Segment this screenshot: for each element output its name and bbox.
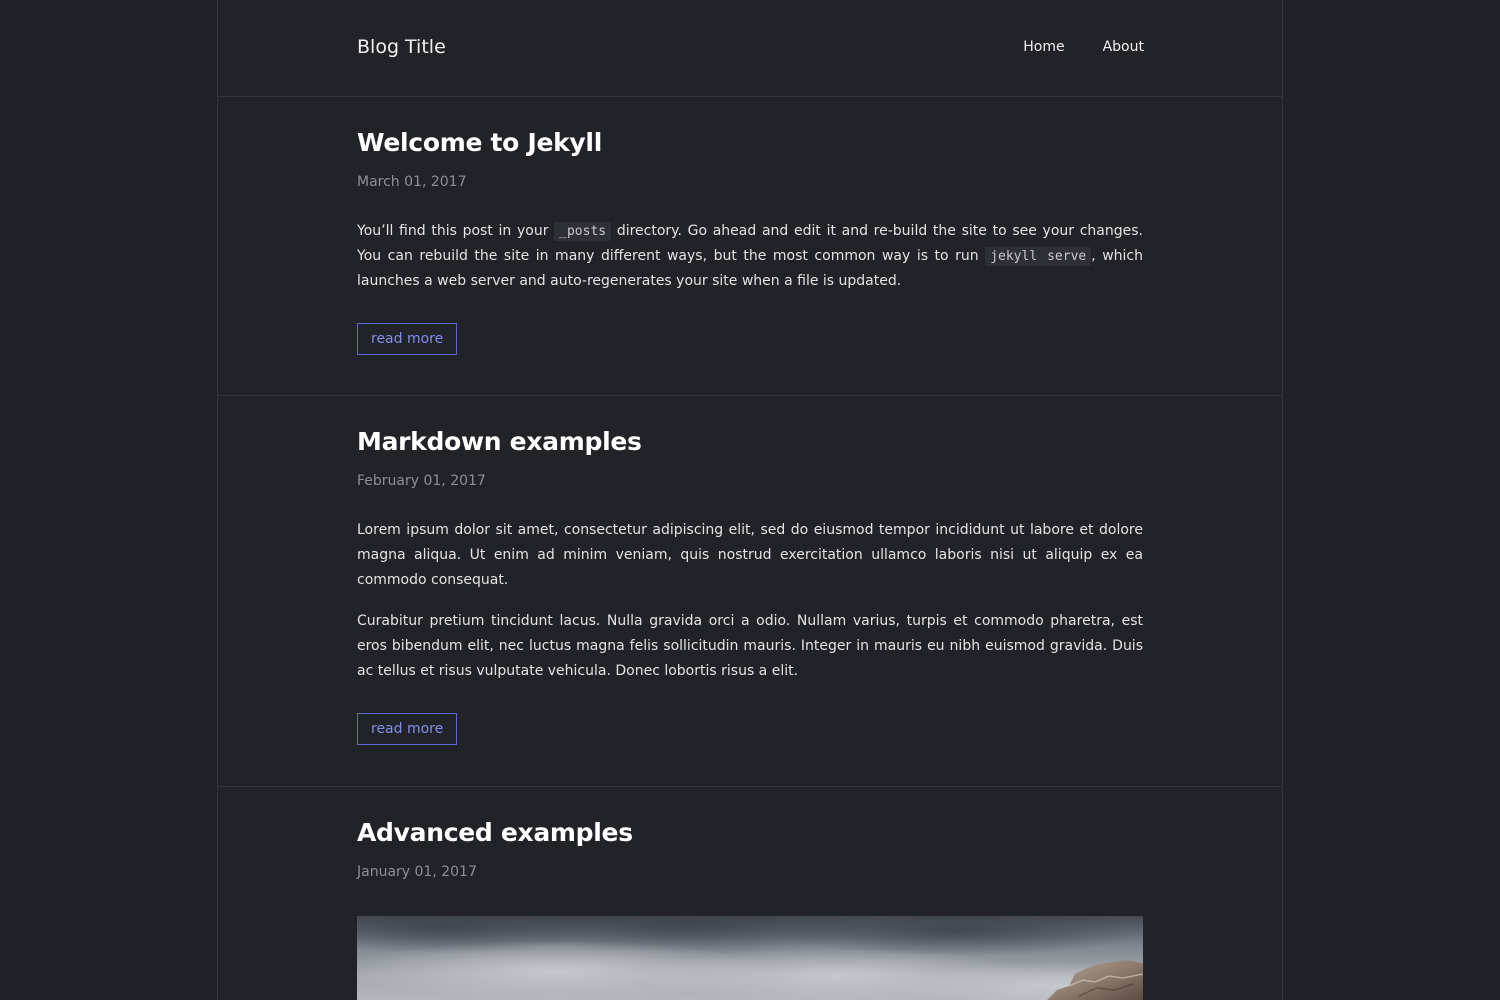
post-content: Welcome to Jekyll March 01, 2017 You’ll … bbox=[357, 127, 1143, 355]
read-more-wrap: read more bbox=[357, 713, 1143, 745]
post-welcome-to-jekyll: Welcome to Jekyll March 01, 2017 You’ll … bbox=[218, 97, 1282, 396]
post-paragraph: Lorem ipsum dolor sit amet, consectetur … bbox=[357, 522, 1143, 588]
site-header: Blog Title Home About bbox=[218, 0, 1282, 97]
post-content: Markdown examples February 01, 2017 Lore… bbox=[357, 426, 1143, 745]
post-title-link[interactable]: Welcome to Jekyll bbox=[357, 127, 1143, 159]
inline-code-posts: _posts bbox=[554, 222, 612, 241]
post-hero-image bbox=[357, 916, 1143, 1000]
nav-about-link[interactable]: About bbox=[1103, 38, 1144, 56]
post-markdown-examples: Markdown examples February 01, 2017 Lore… bbox=[218, 396, 1282, 787]
main-nav: Home About bbox=[1023, 38, 1144, 56]
post-paragraph: You’ll find this post in your _posts dir… bbox=[357, 219, 1143, 294]
nav-home-link[interactable]: Home bbox=[1023, 38, 1064, 56]
post-content: Advanced examples January 01, 2017 bbox=[357, 817, 1143, 881]
cloudy-sky-rock-image bbox=[357, 916, 1143, 1000]
post-paragraph: Curabitur pretium tincidunt lacus. Nulla… bbox=[357, 613, 1143, 679]
page-frame: Blog Title Home About Welcome to Jekyll … bbox=[217, 0, 1283, 1000]
post-excerpt: You’ll find this post in your _posts dir… bbox=[357, 219, 1143, 294]
inline-code-jekyll-serve: jekyll serve bbox=[985, 247, 1092, 266]
post-date: January 01, 2017 bbox=[357, 864, 477, 880]
post-title-link[interactable]: Markdown examples bbox=[357, 426, 1143, 458]
post-title-link[interactable]: Advanced examples bbox=[357, 817, 1143, 849]
excerpt-text: You’ll find this post in your bbox=[357, 223, 555, 239]
site-title-link[interactable]: Blog Title bbox=[357, 34, 446, 60]
read-more-wrap: read more bbox=[357, 323, 1143, 355]
post-excerpt: Lorem ipsum dolor sit amet, consectetur … bbox=[357, 518, 1143, 684]
read-more-button[interactable]: read more bbox=[357, 323, 458, 355]
read-more-button[interactable]: read more bbox=[357, 713, 458, 745]
post-date: March 01, 2017 bbox=[357, 174, 467, 190]
post-date: February 01, 2017 bbox=[357, 473, 486, 489]
